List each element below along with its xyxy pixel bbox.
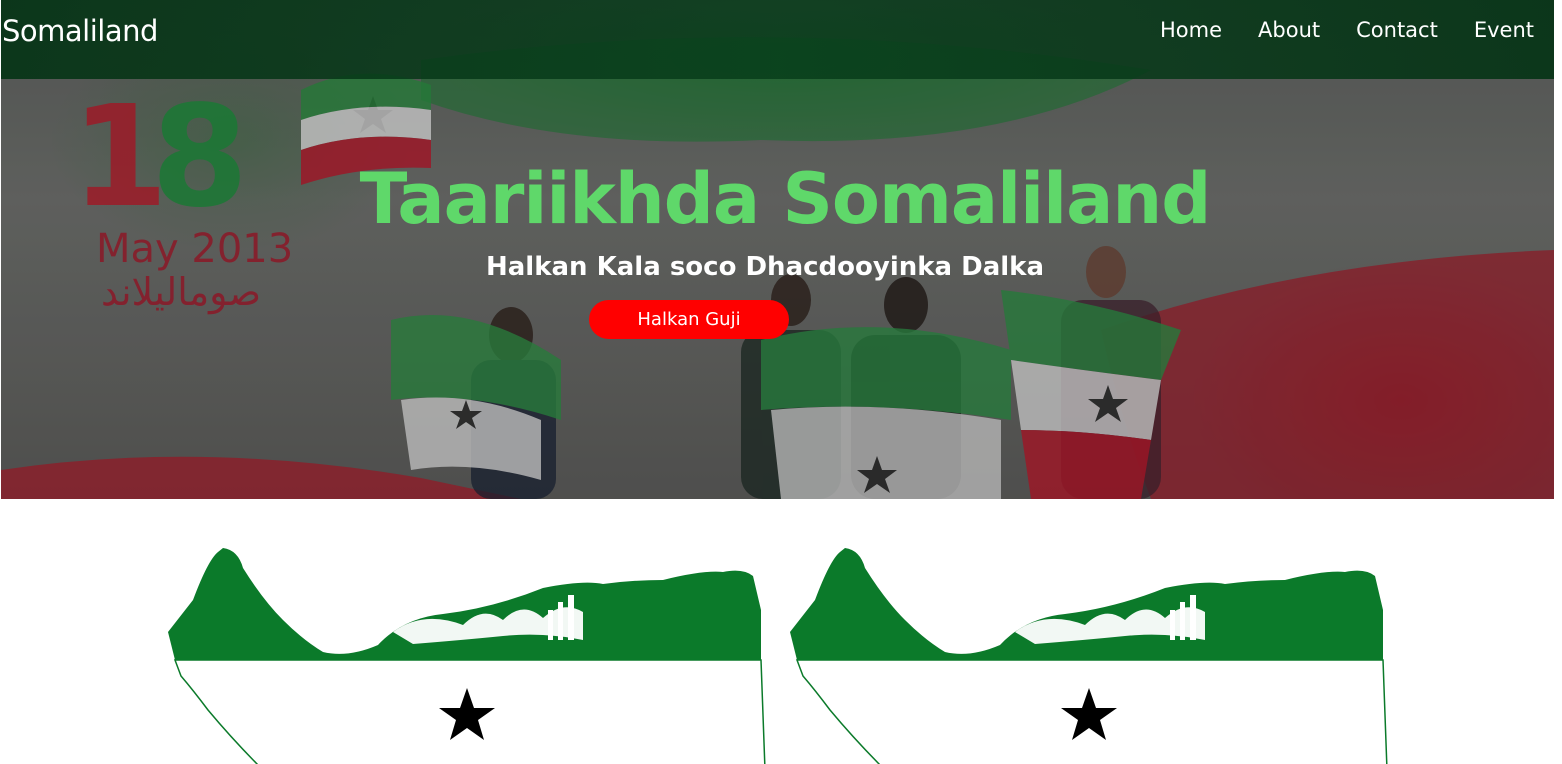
nav-link-event[interactable]: Event (1474, 18, 1534, 42)
nav-link-about[interactable]: About (1258, 18, 1320, 42)
hero-cta-button[interactable]: Halkan Guji (589, 300, 789, 339)
flag-map-image-1 (163, 540, 773, 764)
somaliland-flag-map-svg (168, 548, 766, 764)
top-navbar: Somaliland Home About Contact Event (1, 0, 1554, 79)
nav-link-home[interactable]: Home (1160, 18, 1222, 42)
hero-title: Taariikhda Somaliland (359, 158, 1212, 240)
site-brand[interactable]: Somaliland (2, 14, 158, 48)
hero-subtitle: Halkan Kala soco Dhacdooyinka Dalka (486, 252, 1044, 282)
nav-link-contact[interactable]: Contact (1356, 18, 1438, 42)
nav-links: Home About Contact Event (1160, 18, 1534, 42)
somaliland-flag-map-svg (790, 548, 1388, 764)
flag-map-image-2 (785, 540, 1395, 764)
